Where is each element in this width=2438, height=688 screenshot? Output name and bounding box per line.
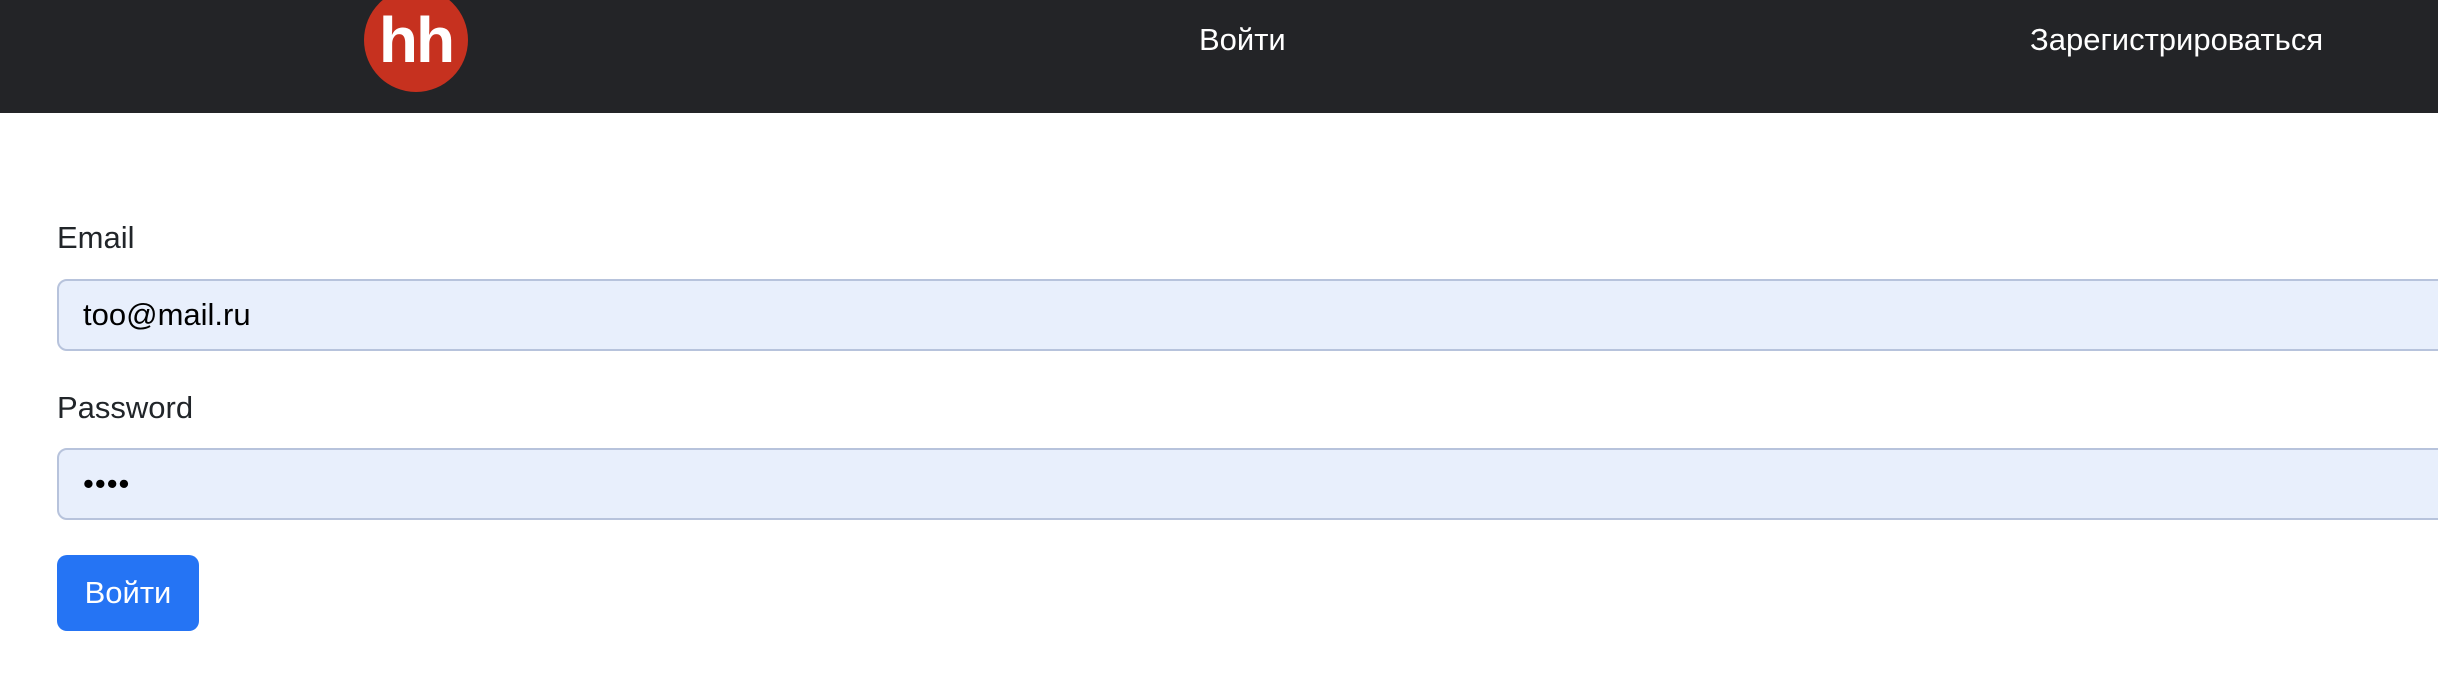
email-input[interactable]: too@mail.ru <box>57 279 2438 351</box>
password-input[interactable]: •••• <box>57 448 2438 520</box>
hh-logo[interactable]: hh <box>364 0 468 92</box>
email-label: Email <box>57 220 135 255</box>
nav-login-link[interactable]: Войти <box>1199 20 1286 60</box>
password-label: Password <box>57 390 194 425</box>
nav-register-link[interactable]: Зарегистрироваться <box>2030 20 2323 60</box>
login-submit-button[interactable]: Войти <box>57 555 199 631</box>
top-navbar: hh Войти Зарегистрироваться <box>0 0 2438 113</box>
